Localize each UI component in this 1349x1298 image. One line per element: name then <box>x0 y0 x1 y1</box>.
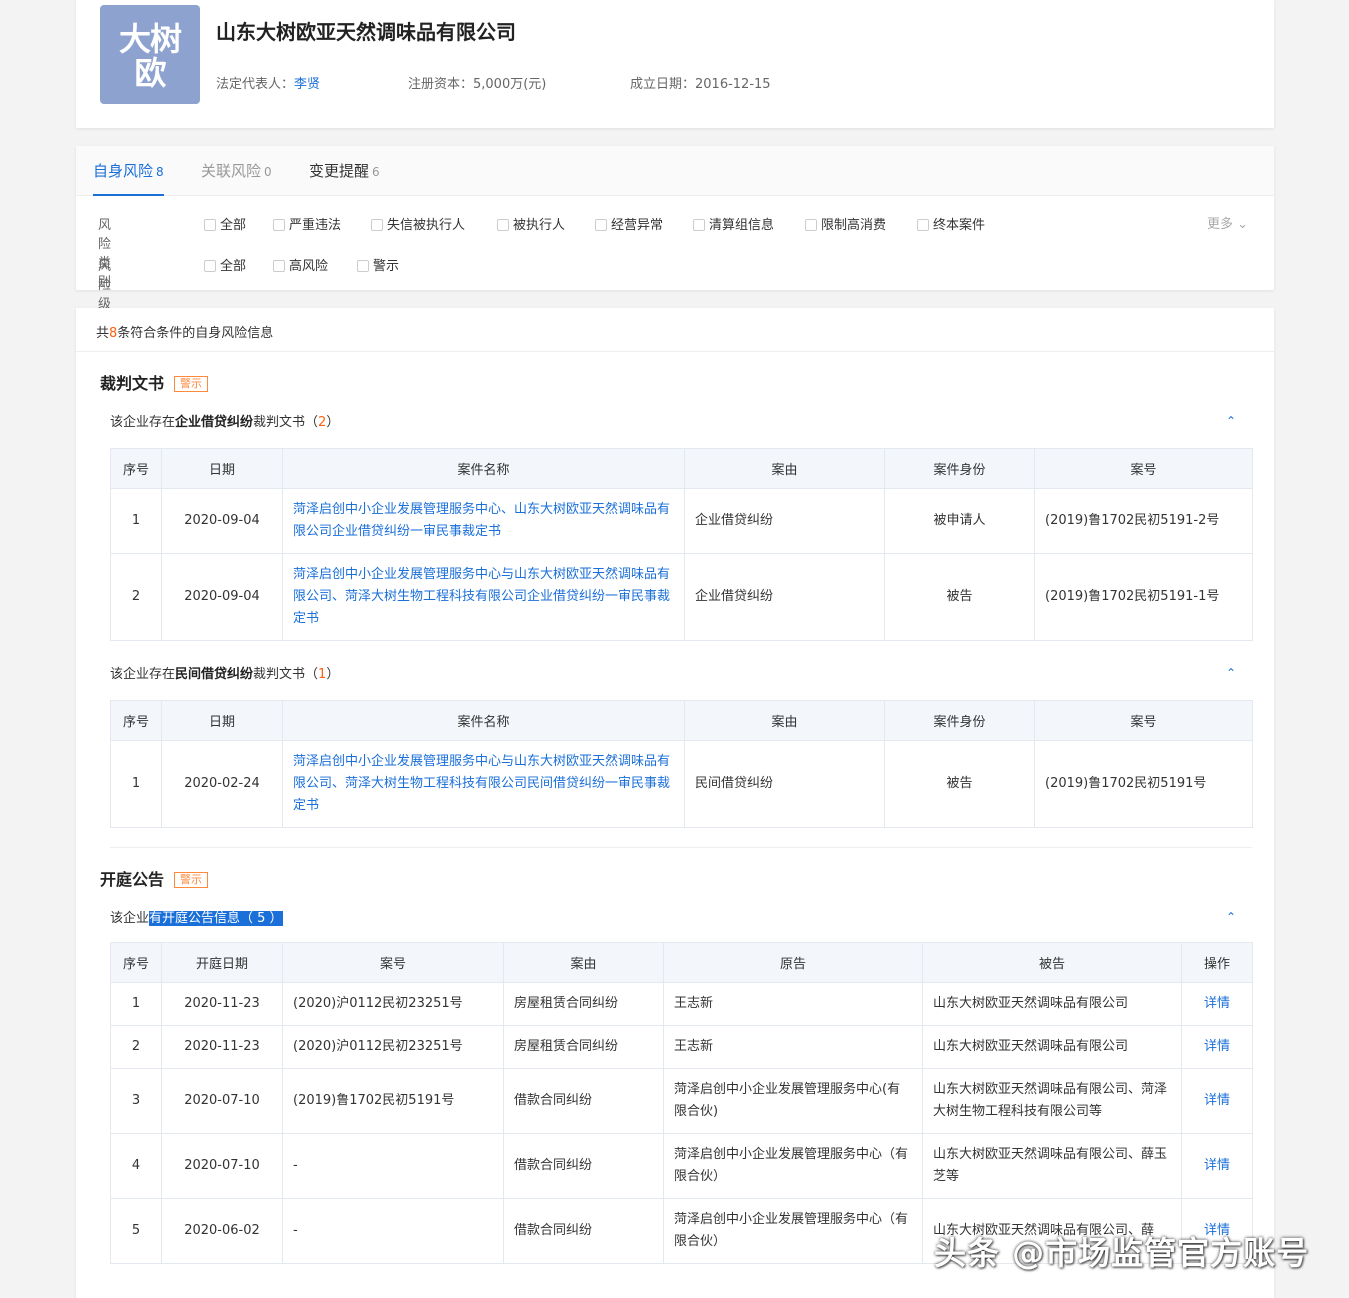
col-header: 原告 <box>663 942 923 983</box>
detail-link[interactable]: 详情 <box>1204 1039 1230 1054</box>
table-row: 1 2020-11-23 (2020)沪0112民初23251号 房屋租赁合同纠… <box>110 982 1253 1026</box>
checkbox-icon[interactable] <box>273 219 285 231</box>
tab-self-risk[interactable]: 自身风险 8 <box>93 160 164 196</box>
detail-link[interactable]: 详情 <box>1204 996 1230 1011</box>
detail-link[interactable]: 详情 <box>1204 1158 1230 1173</box>
col-header: 日期 <box>161 448 283 489</box>
category-option[interactable]: 经营异常 <box>595 214 663 233</box>
level-option[interactable]: 全部 <box>204 255 246 274</box>
detail-link[interactable]: 详情 <box>1204 1093 1230 1108</box>
table-row: 2 2020-11-23 (2020)沪0112民初23251号 房屋租赁合同纠… <box>110 1025 1253 1069</box>
judgments-table-2: 序号 日期 案件名称 案由 案件身份 案号 1 2020-02-24 菏泽启创中… <box>110 700 1253 828</box>
result-count: 共8条符合条件的自身风险信息 <box>76 308 1274 352</box>
checkbox-icon[interactable] <box>693 219 705 231</box>
col-header: 序号 <box>110 448 162 489</box>
category-option[interactable]: 限制高消费 <box>805 214 886 233</box>
registered-capital: 注册资本：5,000万(元) <box>408 77 547 92</box>
section-divider <box>110 847 1252 848</box>
section-title-hearings: 开庭公告 警示 <box>100 866 209 890</box>
founded-date: 成立日期：2016-12-15 <box>630 77 771 92</box>
hearings-table: 序号 开庭日期 案号 案由 原告 被告 操作 1 2020-11-23 (202… <box>110 942 1253 1264</box>
category-option[interactable]: 严重违法 <box>273 214 341 233</box>
company-name: 山东大树欧亚天然调味品有限公司 <box>216 20 516 44</box>
tab-related-risk[interactable]: 关联风险 0 <box>201 160 272 181</box>
subsection-title: 该企业存在企业借贷纠纷裁判文书（2） <box>110 415 340 430</box>
collapse-caret-icon[interactable]: ⌃ <box>1226 414 1236 428</box>
checkbox-icon[interactable] <box>204 219 216 231</box>
table-row: 4 2020-07-10 - 借款合同纠纷 菏泽启创中小企业发展管理服务中心（有… <box>110 1133 1253 1199</box>
risk-filter-panel: 自身风险 8 关联风险 0 变更提醒 6 风险类别 全部 严重违法 失信被执行人 被执… <box>76 146 1274 331</box>
table-row: 1 2020-02-24 菏泽启创中小企业发展管理服务中心与山东大树欧亚天然调味… <box>110 740 1253 828</box>
risk-results-panel: 共8条符合条件的自身风险信息 裁判文书 警示 该企业存在企业借贷纠纷裁判文书（2）… <box>76 308 1274 1298</box>
legal-rep: 法定代表人：李贤 <box>216 77 321 92</box>
category-option[interactable]: 被执行人 <box>497 214 565 233</box>
category-option[interactable]: 清算组信息 <box>693 214 774 233</box>
tab-change-reminder[interactable]: 变更提醒 6 <box>309 160 380 181</box>
judgments-table-1: 序号 日期 案件名称 案由 案件身份 案号 1 2020-09-04 菏泽启创中… <box>110 448 1253 641</box>
table-row: 1 2020-09-04 菏泽启创中小企业发展管理服务中心、山东大树欧亚天然调味… <box>110 488 1253 554</box>
tab-bar: 自身风险 8 关联风险 0 变更提醒 6 <box>76 146 1274 196</box>
checkbox-icon[interactable] <box>497 219 509 231</box>
col-header: 案件名称 <box>282 700 685 741</box>
legal-rep-link[interactable]: 李贤 <box>294 77 320 92</box>
col-header: 操作 <box>1181 942 1253 983</box>
table-row: 2 2020-09-04 菏泽启创中小企业发展管理服务中心与山东大树欧亚天然调味… <box>110 553 1253 641</box>
case-name-link[interactable]: 菏泽启创中小企业发展管理服务中心、山东大树欧亚天然调味品有限公司企业借贷纠纷一审… <box>293 502 670 539</box>
col-header: 序号 <box>110 700 162 741</box>
checkbox-icon[interactable] <box>371 219 383 231</box>
col-header: 日期 <box>161 700 283 741</box>
col-header: 案由 <box>684 700 885 741</box>
col-header: 案由 <box>684 448 885 489</box>
subsection-title: 该企业有开庭公告信息（ 5 ） <box>110 911 283 926</box>
checkbox-icon[interactable] <box>204 260 216 272</box>
collapse-caret-icon[interactable]: ⌃ <box>1226 666 1236 680</box>
subsection-title: 该企业存在民间借贷纠纷裁判文书（1） <box>110 667 340 682</box>
highlighted-selection: 有开庭公告信息（ 5 ） <box>149 911 283 926</box>
collapse-caret-icon[interactable]: ⌃ <box>1226 910 1236 924</box>
col-header: 序号 <box>110 942 162 983</box>
warning-tag: 警示 <box>174 872 209 888</box>
col-header: 案件名称 <box>282 448 685 489</box>
case-name-link[interactable]: 菏泽启创中小企业发展管理服务中心与山东大树欧亚天然调味品有限公司、菏泽大树生物工… <box>293 567 670 626</box>
checkbox-icon[interactable] <box>273 260 285 272</box>
checkbox-icon[interactable] <box>595 219 607 231</box>
col-header: 案号 <box>282 942 504 983</box>
col-header: 案号 <box>1034 448 1253 489</box>
table-row: 3 2020-07-10 (2019)鲁1702民初5191号 借款合同纠纷 菏… <box>110 1068 1253 1134</box>
category-option[interactable]: 终本案件 <box>917 214 985 233</box>
case-name-link[interactable]: 菏泽启创中小企业发展管理服务中心与山东大树欧亚天然调味品有限公司、菏泽大树生物工… <box>293 754 670 813</box>
level-option[interactable]: 高风险 <box>273 255 328 274</box>
category-option[interactable]: 失信被执行人 <box>371 214 465 233</box>
section-title-judgments: 裁判文书 警示 <box>100 370 209 394</box>
company-header: 大树 欧 山东大树欧亚天然调味品有限公司 法定代表人：李贤 注册资本：5,000… <box>76 0 1274 128</box>
company-logo: 大树 欧 <box>100 5 200 104</box>
more-filters-button[interactable]: 更多 ⌄ <box>1207 213 1248 232</box>
col-header: 开庭日期 <box>161 942 283 983</box>
warning-tag: 警示 <box>174 376 209 392</box>
col-header: 案号 <box>1034 700 1253 741</box>
category-option[interactable]: 全部 <box>204 214 246 233</box>
col-header: 案由 <box>503 942 664 983</box>
col-header: 案件身份 <box>884 700 1035 741</box>
col-header: 案件身份 <box>884 448 1035 489</box>
checkbox-icon[interactable] <box>357 260 369 272</box>
col-header: 被告 <box>922 942 1182 983</box>
watermark: 头条 @市场监管官方账号 <box>934 1234 1310 1272</box>
level-option[interactable]: 警示 <box>357 255 399 274</box>
checkbox-icon[interactable] <box>917 219 929 231</box>
checkbox-icon[interactable] <box>805 219 817 231</box>
